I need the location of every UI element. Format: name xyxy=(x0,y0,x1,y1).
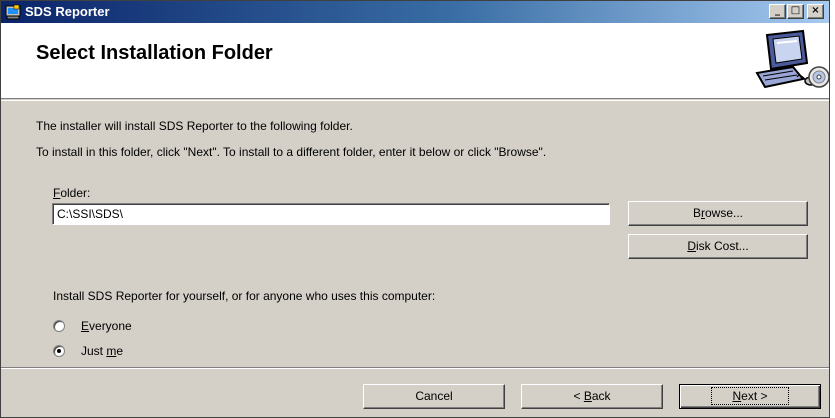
header-banner: Select Installation Folder xyxy=(1,23,829,99)
page-title: Select Installation Folder xyxy=(36,42,273,64)
folder-label: Folder: xyxy=(53,186,91,200)
radio-selected-dot xyxy=(57,349,61,353)
minimize-button[interactable]: _ xyxy=(769,4,786,19)
title-bar[interactable]: SDS Reporter _ □ × xyxy=(1,1,829,23)
next-focus-ring: Next > xyxy=(711,387,789,405)
banner-divider xyxy=(1,100,829,101)
radio-everyone-label[interactable]: Everyone xyxy=(81,319,132,333)
maximize-button[interactable]: □ xyxy=(787,4,804,19)
cancel-button[interactable]: Cancel xyxy=(363,384,505,409)
close-icon: × xyxy=(811,5,820,16)
next-button[interactable]: Next > xyxy=(679,384,821,409)
back-button[interactable]: < Back xyxy=(521,384,663,409)
radio-just-me-label[interactable]: Just me xyxy=(81,344,123,358)
radio-just-me-circle[interactable] xyxy=(53,345,65,357)
install-scope-text: Install SDS Reporter for yourself, or fo… xyxy=(53,289,436,303)
installer-icon xyxy=(5,4,21,20)
instruction-text: To install in this folder, click "Next".… xyxy=(36,145,547,159)
installer-window: SDS Reporter _ □ × Select Installation F… xyxy=(0,0,830,418)
minimize-icon: _ xyxy=(775,5,780,16)
window-title: SDS Reporter xyxy=(25,4,110,19)
intro-text: The installer will install SDS Reporter … xyxy=(36,119,353,133)
folder-input[interactable] xyxy=(52,203,610,225)
computer-cd-icon xyxy=(755,29,829,89)
footer-divider xyxy=(1,367,829,369)
maximize-icon: □ xyxy=(790,5,801,16)
radio-everyone-circle[interactable] xyxy=(53,320,65,332)
browse-button[interactable]: Browse... xyxy=(628,201,808,226)
close-button[interactable]: × xyxy=(807,4,824,19)
disk-cost-button[interactable]: Disk Cost... xyxy=(628,234,808,259)
